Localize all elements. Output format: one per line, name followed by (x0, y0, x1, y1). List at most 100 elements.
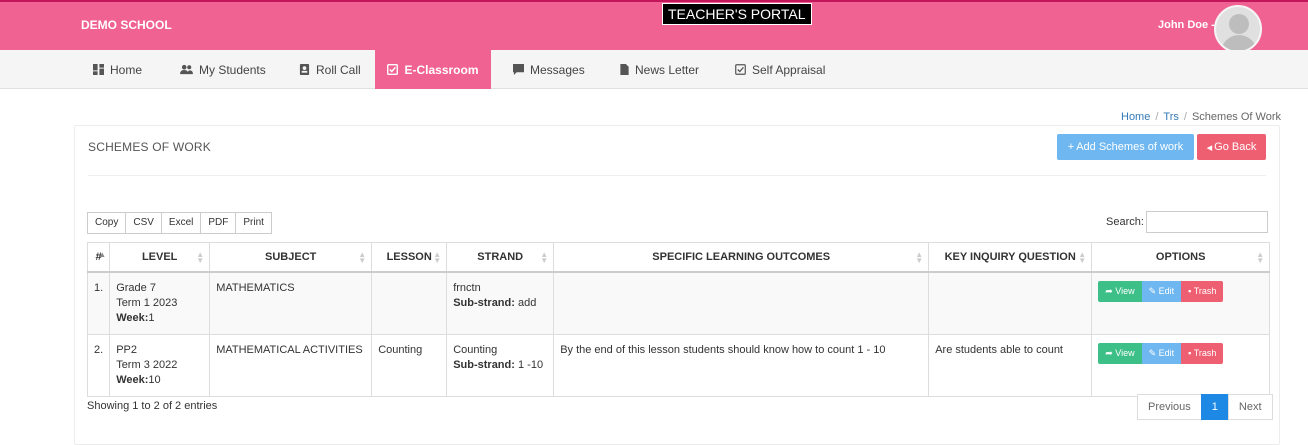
contact-card-icon (299, 64, 310, 75)
top-header-bar: DEMO SCHOOL TEACHER'S PORTAL John Doe - (0, 0, 1308, 53)
col-label: OPTIONS (1155, 250, 1206, 263)
sort-icon: ▲ ▼ (1078, 250, 1087, 265)
substrand: Sub-strand: 1 -10 (453, 358, 547, 373)
user-menu-toggle[interactable]: John Doe - (1158, 19, 1215, 31)
nav-e-classroom[interactable]: E-Classroom (375, 50, 491, 89)
col-header-outcomes[interactable]: SPECIFIC LEARNING OUTCOMES ▲ ▼ (553, 242, 930, 273)
level-grade: PP2 (116, 343, 137, 356)
csv-button[interactable]: CSV (125, 212, 162, 234)
week-value: 10 (148, 373, 161, 386)
col-label: LEVEL (141, 250, 178, 263)
week-label: Week: (116, 373, 149, 386)
trash-label: Trash (1193, 285, 1217, 296)
trash-label: Trash (1193, 347, 1217, 358)
search-input[interactable] (1146, 211, 1268, 233)
document-icon (620, 64, 629, 75)
cell-lesson (371, 271, 448, 335)
edit-button[interactable]: ✎ Edit (1141, 280, 1182, 302)
next-page-button[interactable]: Next (1227, 394, 1273, 420)
col-header-strand[interactable]: STRAND ▲ ▼ (446, 242, 555, 273)
breadcrumb-trs[interactable]: Trs (1163, 111, 1178, 123)
main-navbar: Home My Students Roll Call E-Classroom M… (0, 50, 1308, 89)
col-header-subject[interactable]: SUBJECT ▲ ▼ (209, 242, 373, 273)
edit-button[interactable]: ✎ Edit (1141, 342, 1182, 364)
go-back-label: Go Back (1214, 141, 1257, 153)
edit-icon: ✎ (1148, 285, 1159, 296)
substrand-value: add (517, 296, 537, 309)
nav-home[interactable]: Home (93, 50, 142, 89)
nav-home-label: Home (110, 62, 143, 77)
sort-asc-icon: ▲ (98, 250, 107, 259)
substrand-value: 1 -10 (517, 358, 544, 371)
view-button[interactable]: ➦ View (1098, 342, 1142, 364)
substrand-label: Sub-strand: (453, 296, 515, 309)
sort-icon: ▲ ▼ (915, 250, 924, 265)
sort-icon: ▲ ▼ (196, 250, 205, 265)
avatar-head-shape (1229, 14, 1249, 34)
table-row: 2. PP2 Term 3 2022 Week:10 MATHEMATICAL … (86, 333, 1271, 397)
user-avatar[interactable] (1214, 5, 1262, 53)
cell-inquiry (928, 271, 1093, 335)
view-label: View (1115, 347, 1135, 358)
nav-roll-call[interactable]: Roll Call (299, 50, 361, 89)
sort-icon: ▲ ▼ (1256, 250, 1265, 265)
nav-my-students-label: My Students (199, 62, 266, 77)
schemes-panel: SCHEMES OF WORK + Add Schemes of work ◂ Go… (74, 125, 1280, 445)
portal-title: TEACHER'S PORTAL (662, 3, 812, 25)
nav-my-students[interactable]: My Students (180, 50, 266, 89)
col-header-options[interactable]: OPTIONS ▲ ▼ (1091, 242, 1271, 273)
print-button[interactable]: Print (235, 212, 272, 234)
trash-button[interactable]: ▪ Trash (1181, 280, 1224, 302)
search-label: Search: (1106, 216, 1144, 228)
col-header-number[interactable]: # ▲ (86, 242, 111, 273)
edit-label: Edit (1158, 285, 1175, 296)
substrand: Sub-strand: add (453, 296, 547, 311)
nav-self-appraisal-label: Self Appraisal (752, 62, 826, 77)
level-week: Week:10 (116, 373, 203, 388)
excel-button[interactable]: Excel (160, 212, 202, 234)
col-header-lesson[interactable]: LESSON ▲ ▼ (371, 242, 448, 273)
row-actions: ➦ View ✎ Edit ▪ Trash (1098, 280, 1263, 302)
cell-strand: frnctn Sub-strand: add (446, 271, 555, 335)
go-back-button[interactable]: ◂ Go Back (1197, 134, 1266, 160)
cell-subject: MATHEMATICS (209, 271, 373, 335)
breadcrumb-current: Schemes Of Work (1191, 111, 1281, 123)
school-name: DEMO SCHOOL (81, 18, 172, 32)
cell-level: Grade 7 Term 1 2023 Week:1 (109, 271, 211, 335)
view-button[interactable]: ➦ View (1098, 280, 1142, 302)
pdf-button[interactable]: PDF (200, 212, 237, 234)
breadcrumb-home[interactable]: Home (1121, 111, 1150, 123)
view-label: View (1115, 285, 1135, 296)
col-header-level[interactable]: LEVEL ▲ ▼ (109, 242, 211, 273)
nav-messages[interactable]: Messages (513, 50, 585, 89)
nav-self-appraisal[interactable]: Self Appraisal (735, 50, 825, 89)
schemes-table: # ▲ LEVEL ▲ ▼ SUBJECT ▲ ▼ LESSON ▲ ▼ STRAND ▲ ▼ S… (86, 242, 1271, 397)
col-header-inquiry[interactable]: KEY INQUIRY QUESTION ▲ ▼ (928, 242, 1093, 273)
cell-number: 2. (86, 333, 111, 397)
nav-news-letter[interactable]: News Letter (620, 50, 699, 89)
cell-outcomes: By the end of this lesson students shoul… (553, 333, 930, 397)
week-value: 1 (148, 311, 155, 324)
trash-button[interactable]: ▪ Trash (1181, 342, 1224, 364)
cell-number: 1. (86, 271, 111, 335)
previous-page-button[interactable]: Previous (1137, 394, 1202, 420)
export-buttons: Copy CSV Excel PDF Print (87, 212, 272, 234)
col-label: SPECIFIC LEARNING OUTCOMES (652, 250, 831, 263)
sort-icon: ▲ ▼ (540, 250, 549, 265)
substrand-label: Sub-strand: (453, 358, 515, 371)
cell-lesson: Counting (371, 333, 448, 397)
add-schemes-button[interactable]: + Add Schemes of work (1057, 134, 1194, 160)
level-term: Term 1 2023 (116, 296, 178, 309)
share-arrow-icon: ➦ (1105, 285, 1116, 296)
col-label: STRAND (477, 250, 524, 263)
level-grade: Grade 7 (116, 281, 156, 294)
table-row: 1. Grade 7 Term 1 2023 Week:1 MATHEMATIC… (86, 271, 1271, 335)
nav-roll-call-label: Roll Call (316, 62, 361, 77)
copy-button[interactable]: Copy (87, 212, 127, 234)
page-1-button[interactable]: 1 (1200, 394, 1229, 420)
breadcrumb-separator: / (1183, 111, 1187, 123)
col-label: LESSON (386, 250, 432, 263)
nav-news-letter-label: News Letter (635, 62, 700, 77)
plus-icon: + (1067, 141, 1075, 153)
breadcrumb-separator: / (1155, 111, 1159, 123)
